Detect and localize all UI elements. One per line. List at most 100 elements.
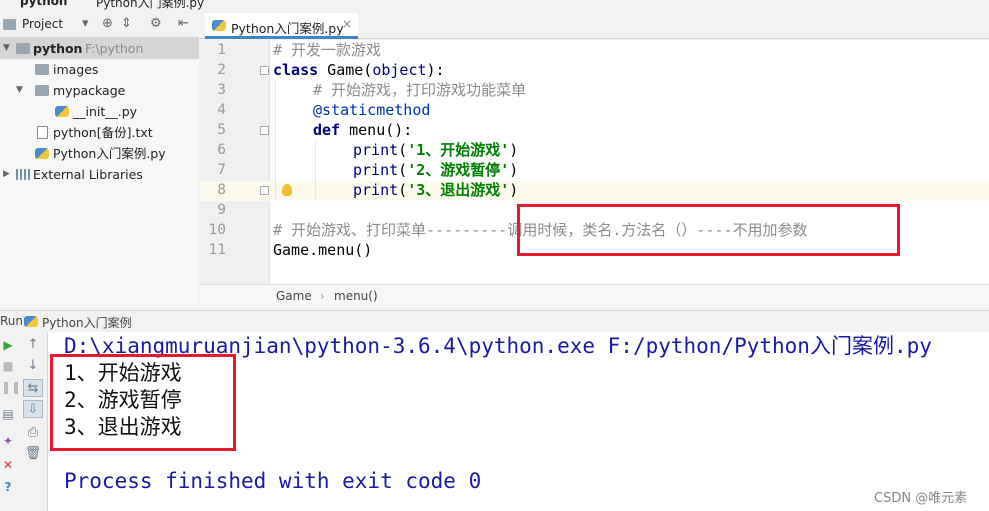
crumb-method[interactable]: menu() — [334, 289, 378, 303]
tree-item-backup-txt[interactable]: python[备份].txt — [0, 122, 199, 143]
watermark: CSDN @唯元素 — [874, 491, 968, 506]
layout-icon[interactable]: ▤ — [1, 407, 15, 421]
tree-item-label: python — [33, 41, 83, 56]
scroll-to-end-icon[interactable]: ⇩ — [23, 400, 43, 418]
project-panel-header: Project ▾ ⊕ ⇕ ⚙ ⇤ — [0, 12, 199, 38]
tree-item-label: __init__.py — [73, 104, 138, 119]
python-file-icon — [24, 316, 38, 327]
locate-icon[interactable]: ⊕ — [102, 16, 113, 31]
builtin-token: print — [353, 161, 399, 179]
close-icon[interactable]: ✕ — [1, 458, 15, 472]
code-token: Game( — [318, 61, 373, 79]
tree-item-label: images — [53, 62, 99, 77]
code-token: ): — [426, 61, 445, 79]
tree-item-label: python[备份].txt — [53, 125, 153, 140]
line-number: 4 — [217, 102, 226, 118]
python-file-icon — [212, 20, 226, 31]
project-panel-title[interactable]: Project — [22, 17, 63, 31]
structure-breadcrumb: Game › menu() — [200, 284, 989, 308]
breadcrumb-project[interactable]: python — [20, 0, 67, 8]
crumb-class[interactable]: Game — [276, 289, 312, 303]
builtin-token: object — [372, 61, 427, 79]
line-number: 5 — [217, 122, 226, 138]
run-panel-title[interactable]: Run — [0, 314, 23, 328]
lightbulb-icon[interactable] — [282, 184, 292, 196]
annotation-box-comment — [517, 204, 900, 256]
gear-icon[interactable]: ⚙ — [150, 16, 162, 31]
expand-arrow-icon[interactable]: ▼ — [16, 80, 23, 101]
code-line-3: # 开始游戏，打印游戏功能菜单 — [313, 81, 527, 99]
scroll-down-icon[interactable]: ↓ — [23, 357, 43, 375]
line-number: 2 — [217, 62, 226, 78]
code-line-7: print('2、游戏暂停') — [353, 161, 519, 179]
python-file-icon — [55, 106, 69, 117]
crumb-separator: › — [320, 289, 325, 303]
code-line-4: @staticmethod — [313, 101, 431, 119]
console-exit-status: Process finished with exit code 0 — [64, 469, 482, 493]
soft-wrap-icon[interactable]: ⇆ — [23, 379, 43, 397]
builtin-token: print — [353, 181, 399, 199]
tree-item-external-libraries[interactable]: ▶ External Libraries — [0, 164, 199, 185]
nav-breadcrumb: python Python入门案例.py — [0, 0, 989, 10]
console-toolbar: ↑ ↓ ⇆ ⇩ ⎙ 🗑 — [18, 332, 48, 511]
code-line-11: Game.menu() — [273, 241, 373, 259]
code-line-6: print('1、开始游戏') — [353, 141, 519, 159]
line-number: 6 — [217, 142, 226, 158]
tree-item-images[interactable]: images — [0, 59, 199, 80]
hide-icon[interactable]: ⇤ — [178, 16, 189, 31]
stop-icon[interactable]: ■ — [1, 359, 15, 373]
close-icon[interactable]: × — [342, 17, 352, 31]
folder-icon — [16, 43, 30, 54]
line-number: 11 — [208, 242, 226, 258]
fold-marker-icon[interactable] — [260, 126, 269, 135]
tree-item-label: mypackage — [53, 83, 126, 98]
editor-tab-bar: Python入门案例.py × — [200, 12, 989, 39]
text-file-icon — [37, 126, 48, 139]
run-controls: ▶ ■ ❚❚ ▤ ✦ ✕ ? — [0, 332, 21, 511]
rerun-icon[interactable]: ▶ — [1, 338, 15, 352]
tab-python-file[interactable]: Python入门案例.py × — [205, 13, 358, 39]
tab-label: Python入门案例.py — [231, 21, 344, 36]
scroll-up-icon[interactable]: ↑ — [23, 336, 43, 354]
tree-item-main-py[interactable]: Python入门案例.py — [0, 143, 199, 164]
project-tree: ▼ python F:\python images ▼ mypackage __… — [0, 38, 199, 308]
dropdown-icon[interactable]: ▾ — [82, 16, 89, 31]
code-line-1: # 开发一款游戏 — [273, 41, 382, 59]
run-panel-header: Run Python入门案例 — [0, 310, 989, 332]
python-file-icon — [35, 148, 49, 159]
keyword-token: def — [313, 121, 341, 139]
line-number: 3 — [217, 82, 226, 98]
tree-item-mypackage[interactable]: ▼ mypackage — [0, 80, 199, 101]
line-number: 8 — [217, 182, 226, 198]
run-config-name[interactable]: Python入门案例 — [42, 314, 132, 331]
print-icon[interactable]: ⎙ — [23, 424, 43, 442]
folder-icon — [35, 85, 49, 96]
code-token: menu(): — [340, 121, 413, 139]
help-icon[interactable]: ? — [1, 480, 15, 494]
keyword-token: class — [273, 61, 319, 79]
tree-item-label: Python入门案例.py — [53, 146, 166, 161]
fold-marker-icon[interactable] — [260, 186, 269, 195]
fold-marker-icon[interactable] — [260, 66, 269, 75]
collapse-arrow-icon[interactable]: ▶ — [3, 164, 10, 185]
tree-item-label: External Libraries — [33, 167, 143, 182]
string-token: '3、退出游戏' — [407, 181, 510, 199]
tree-item-python[interactable]: ▼ python F:\python — [0, 38, 199, 59]
pause-icon[interactable]: ❚❚ — [1, 380, 21, 394]
tree-item-path: F:\python — [85, 41, 144, 56]
code-line-8: print('3、退出游戏') — [353, 181, 519, 199]
line-number: 9 — [217, 202, 226, 218]
collapse-icon[interactable]: ⇕ — [121, 16, 132, 31]
string-token: '2、游戏暂停' — [407, 161, 510, 179]
breadcrumb-file[interactable]: Python入门案例.py — [96, 0, 204, 10]
annotation-box-output — [50, 354, 236, 451]
project-icon — [3, 19, 16, 30]
trash-icon[interactable]: 🗑 — [23, 445, 43, 463]
builtin-token: print — [353, 141, 399, 159]
code-line-5: def menu(): — [313, 120, 412, 140]
indent-guide — [315, 140, 316, 200]
expand-arrow-icon[interactable]: ▼ — [3, 38, 10, 59]
line-number: 7 — [217, 162, 226, 178]
debug-icon[interactable]: ✦ — [1, 434, 15, 448]
tree-item-init[interactable]: __init__.py — [0, 101, 199, 122]
